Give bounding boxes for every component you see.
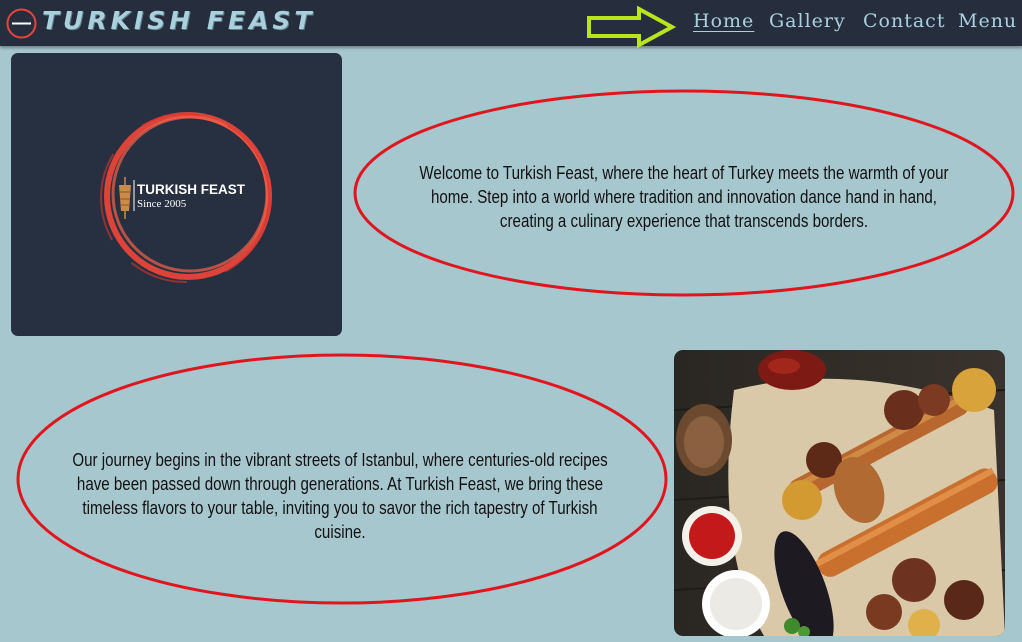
nav-link-gallery[interactable]: Gallery bbox=[769, 10, 846, 32]
story-paragraph: Our journey begins in the vibrant street… bbox=[72, 450, 608, 542]
nav-link-home[interactable]: Home bbox=[693, 10, 754, 32]
navbar: Turkish Feast Home Gallery Contact Menu bbox=[0, 0, 1022, 49]
brand-logo-icon[interactable] bbox=[6, 8, 37, 39]
restaurant-logo-card: TURKISH FEAST Since 2005 bbox=[11, 53, 342, 336]
restaurant-logo: TURKISH FEAST Since 2005 bbox=[100, 112, 272, 283]
logo-since-text: Since 2005 bbox=[137, 198, 187, 210]
doner-kebab-icon bbox=[119, 177, 131, 219]
annotation-arrow-icon bbox=[587, 5, 677, 49]
intro-paragraph: Welcome to Turkish Feast, where the hear… bbox=[419, 163, 949, 231]
food-platter-image bbox=[674, 350, 1005, 636]
logo-title-text: TURKISH FEAST bbox=[137, 182, 246, 197]
brand-name[interactable]: Turkish Feast bbox=[42, 6, 315, 35]
nav-link-menu[interactable]: Menu bbox=[958, 10, 1017, 32]
nav-link-contact[interactable]: Contact bbox=[863, 10, 945, 32]
